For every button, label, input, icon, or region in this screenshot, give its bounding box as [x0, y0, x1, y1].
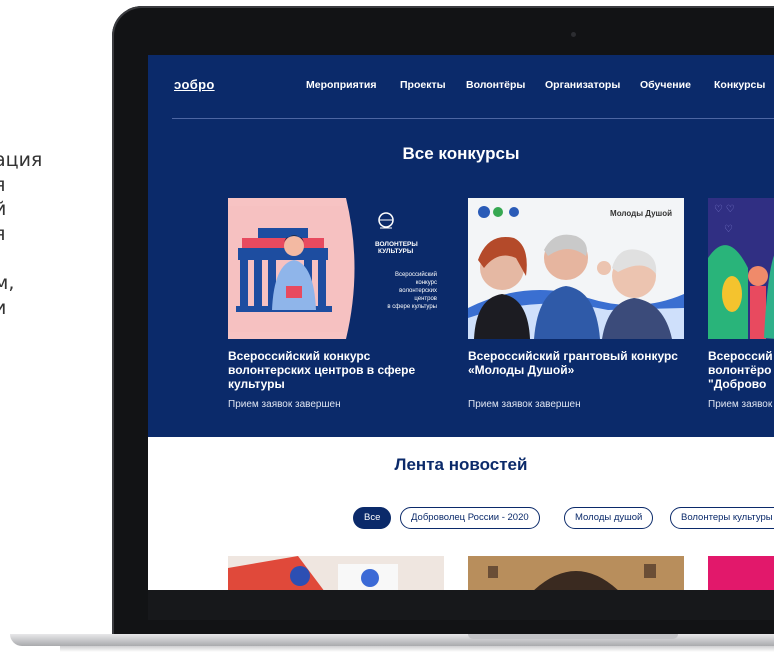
svg-text:волонтерских: волонтерских — [399, 288, 437, 294]
filter-chip-culture-volunteers[interactable]: Волонтеры культуры — [670, 507, 774, 529]
svg-text:♡: ♡ — [724, 224, 733, 235]
nav-item-events[interactable]: Мероприятия — [306, 79, 376, 91]
contest-card[interactable]: ВОЛОНТЕРЫ КУЛЬТУРЫ Всероссийский конкурс… — [228, 198, 444, 410]
contest-card-status: Прием заявок завершен — [468, 399, 581, 410]
background-text-line: м, — [0, 271, 15, 294]
laptop-notch — [468, 634, 678, 639]
filter-chip-all[interactable]: Все — [353, 507, 392, 529]
background-text-line: й — [0, 198, 7, 221]
site-logo[interactable]: ↄобро — [174, 77, 215, 92]
background-text: ация я й я м, и — [0, 148, 110, 320]
contest-card-image: Молоды Душой — [468, 198, 684, 339]
contest-card-title[interactable]: Всероссий волонтёро "Доброво — [708, 349, 774, 391]
svg-text:конкурс: конкурс — [416, 280, 437, 286]
contest-card-image: ♡ ♡ ♡ — [708, 198, 774, 339]
news-photo — [468, 556, 684, 590]
contest-card[interactable]: Молоды Душой Всероссийский грантовый кон… — [468, 198, 684, 410]
nav-item-organizers[interactable]: Организаторы — [545, 79, 620, 91]
background-text-line: я — [0, 222, 110, 247]
news-photo — [228, 556, 444, 590]
contest-card-title[interactable]: Всероссийский грантовый конкурс «Молоды … — [468, 349, 684, 377]
svg-text:Молоды Душой: Молоды Душой — [610, 209, 672, 218]
laptop-shadow — [60, 646, 774, 652]
nav-item-learning[interactable]: Обучение — [640, 79, 691, 91]
nav-item-contests[interactable]: Конкурсы — [714, 79, 765, 91]
news-thumbnail[interactable] — [228, 556, 444, 590]
filter-chip-young-at-heart[interactable]: Молоды душой — [564, 507, 654, 529]
background-text-line: я — [0, 173, 110, 198]
camera-icon — [571, 32, 576, 37]
nav-item-volunteers[interactable]: Волонтёры — [466, 79, 525, 91]
background-text-line — [0, 246, 110, 271]
volunteer-characters-illustration: ♡ ♡ ♡ — [708, 198, 774, 339]
news-thumbnail[interactable] — [468, 556, 684, 590]
background-text-line: ация — [0, 149, 43, 171]
news-section: Лента новостей Все Доброволец России - 2… — [148, 437, 774, 590]
filter-chip-volunteer-russia[interactable]: Доброволец России - 2020 — [400, 507, 540, 529]
contest-card-title[interactable]: Всероссийский конкурс волонтерских центр… — [228, 349, 444, 391]
svg-text:центров: центров — [414, 296, 437, 302]
screen-bezel-bottom — [148, 590, 774, 620]
svg-text:♡ ♡: ♡ ♡ — [714, 204, 735, 215]
contest-card[interactable]: ♡ ♡ ♡ Всероссий волонтёро "Доброво Прием… — [708, 198, 774, 410]
culture-volunteers-illustration: ВОЛОНТЕРЫ КУЛЬТУРЫ Всероссийский конкурс… — [228, 198, 444, 339]
young-at-heart-photo: Молоды Душой — [468, 198, 684, 339]
contests-title: Все конкурсы — [402, 144, 520, 163]
contest-card-status: Прием заявок завершен — [228, 399, 341, 410]
site-header: ↄобро Мероприятия Проекты Волонтёры Орга… — [148, 55, 774, 119]
background-text-line: и — [0, 296, 7, 319]
contest-card-image: ВОЛОНТЕРЫ КУЛЬТУРЫ Всероссийский конкурс… — [228, 198, 444, 339]
news-title: Лента новостей — [394, 455, 528, 474]
header-divider — [172, 118, 774, 119]
svg-text:ВОЛОНТЕРЫ: ВОЛОНТЕРЫ — [375, 241, 418, 248]
svg-text:в сфере культуры: в сфере культуры — [387, 304, 437, 310]
contest-card-status: Прием заявок — [708, 399, 773, 410]
laptop-screen: ↄобро Мероприятия Проекты Волонтёры Орга… — [148, 55, 774, 590]
nav-item-projects[interactable]: Проекты — [400, 79, 446, 91]
svg-text:КУЛЬТУРЫ: КУЛЬТУРЫ — [378, 248, 413, 255]
svg-text:Всероссийский: Всероссийский — [395, 271, 437, 278]
news-thumbnail[interactable] — [708, 556, 774, 590]
